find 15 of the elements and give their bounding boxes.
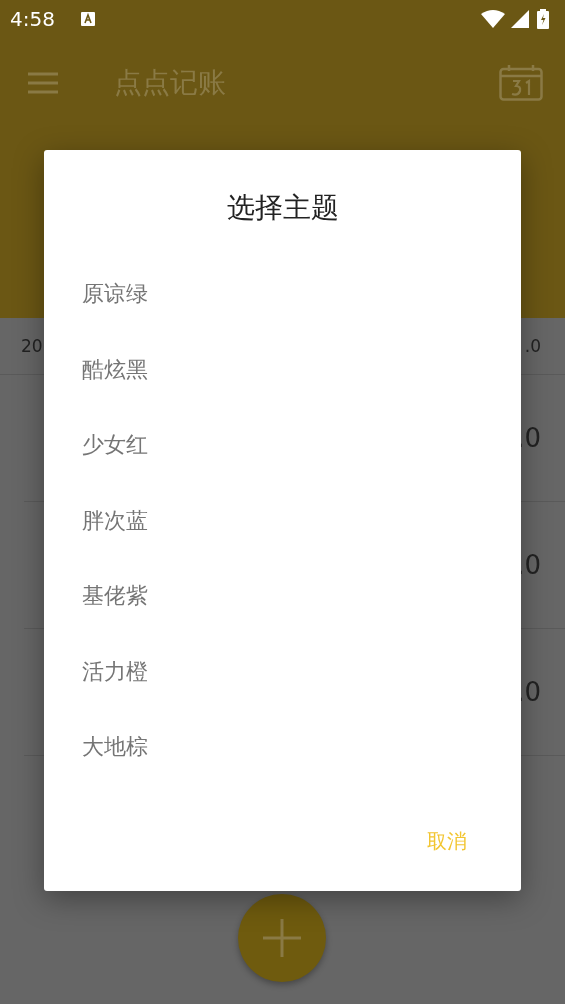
dialog-title: 选择主题 bbox=[225, 190, 340, 226]
keyboard-notification-icon bbox=[80, 12, 95, 26]
total-amount: .0 bbox=[524, 336, 541, 356]
status-time: 4:58 bbox=[10, 7, 55, 31]
battery-icon bbox=[537, 9, 549, 29]
calendar-icon[interactable] bbox=[499, 65, 543, 101]
plus-icon bbox=[263, 919, 301, 957]
wifi-icon bbox=[481, 10, 505, 28]
signal-icon bbox=[511, 10, 531, 28]
theme-option[interactable]: 大地棕 bbox=[44, 709, 521, 785]
add-button[interactable] bbox=[238, 894, 326, 982]
date-text: 20 bbox=[21, 336, 43, 356]
theme-option[interactable]: 酷炫黑 bbox=[44, 331, 521, 407]
theme-option[interactable]: 原谅绿 bbox=[44, 256, 521, 332]
menu-icon[interactable] bbox=[28, 72, 58, 94]
